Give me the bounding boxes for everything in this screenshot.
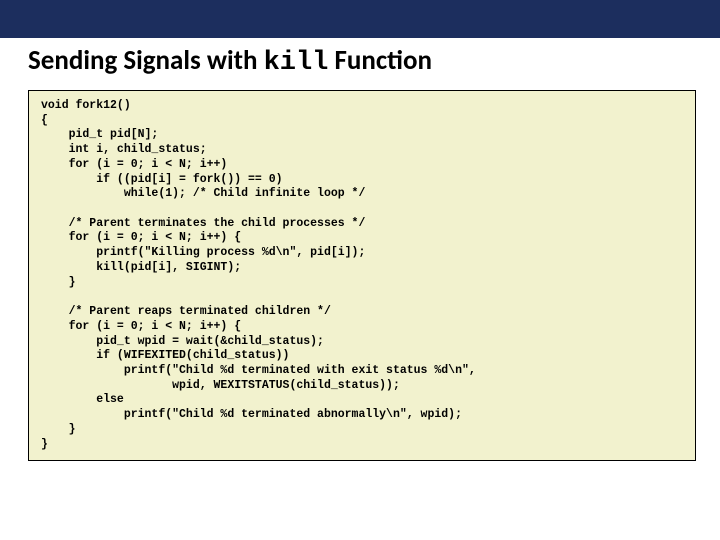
slide-title: Sending Signals with kill Function — [0, 38, 720, 90]
title-suffix: Function — [328, 44, 432, 77]
code-block: void fork12() { pid_t pid[N]; int i, chi… — [28, 90, 696, 461]
top-bar — [0, 0, 720, 38]
title-prefix: Sending Signals with — [28, 44, 264, 77]
title-mono: kill — [264, 48, 329, 78]
